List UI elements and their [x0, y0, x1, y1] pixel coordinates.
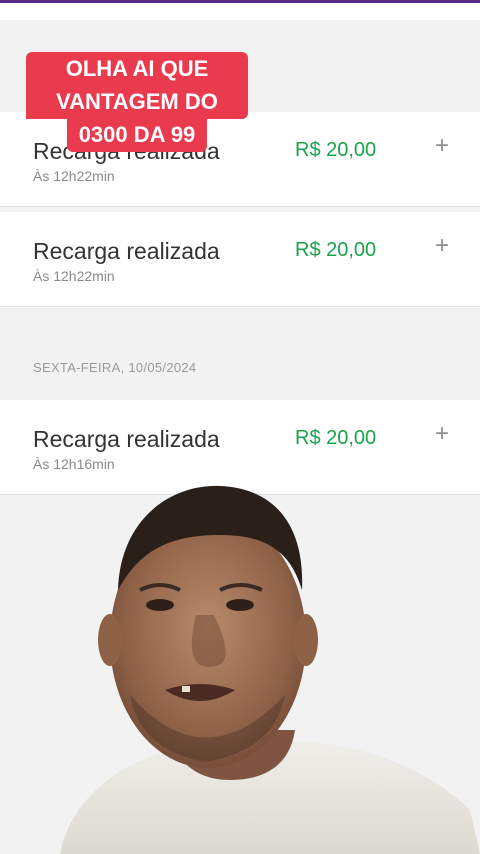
transaction-title: Recarga realizada	[33, 426, 220, 452]
header-spacer	[0, 3, 480, 20]
caption-line: OLHA AI QUE	[26, 52, 248, 86]
transaction-amount: R$ 20,00	[295, 239, 377, 261]
transaction-time: Às 12h16min	[33, 456, 115, 472]
plus-icon[interactable]: +	[435, 420, 449, 448]
plus-icon[interactable]: +	[435, 232, 449, 260]
transaction-time: Às 12h22min	[33, 168, 115, 184]
presenter-video-cutout	[60, 485, 480, 854]
caption-line: 0300 DA 99	[66, 118, 208, 152]
plus-icon[interactable]: +	[435, 132, 449, 160]
video-caption-overlay: OLHA AI QUE VANTAGEM DO 0300 DA 99	[26, 52, 248, 152]
transaction-amount: R$ 20,00	[295, 427, 377, 449]
date-section-header: SEXTA-FEIRA, 10/05/2024	[33, 360, 197, 375]
transaction-time: Às 12h22min	[33, 268, 115, 284]
caption-line: VANTAGEM DO	[26, 85, 248, 119]
transaction-title: Recarga realizada	[33, 238, 220, 264]
transaction-row[interactable]: Recarga realizada Às 12h22min R$ 20,00 +	[0, 212, 480, 307]
transaction-amount: R$ 20,00	[295, 139, 377, 161]
